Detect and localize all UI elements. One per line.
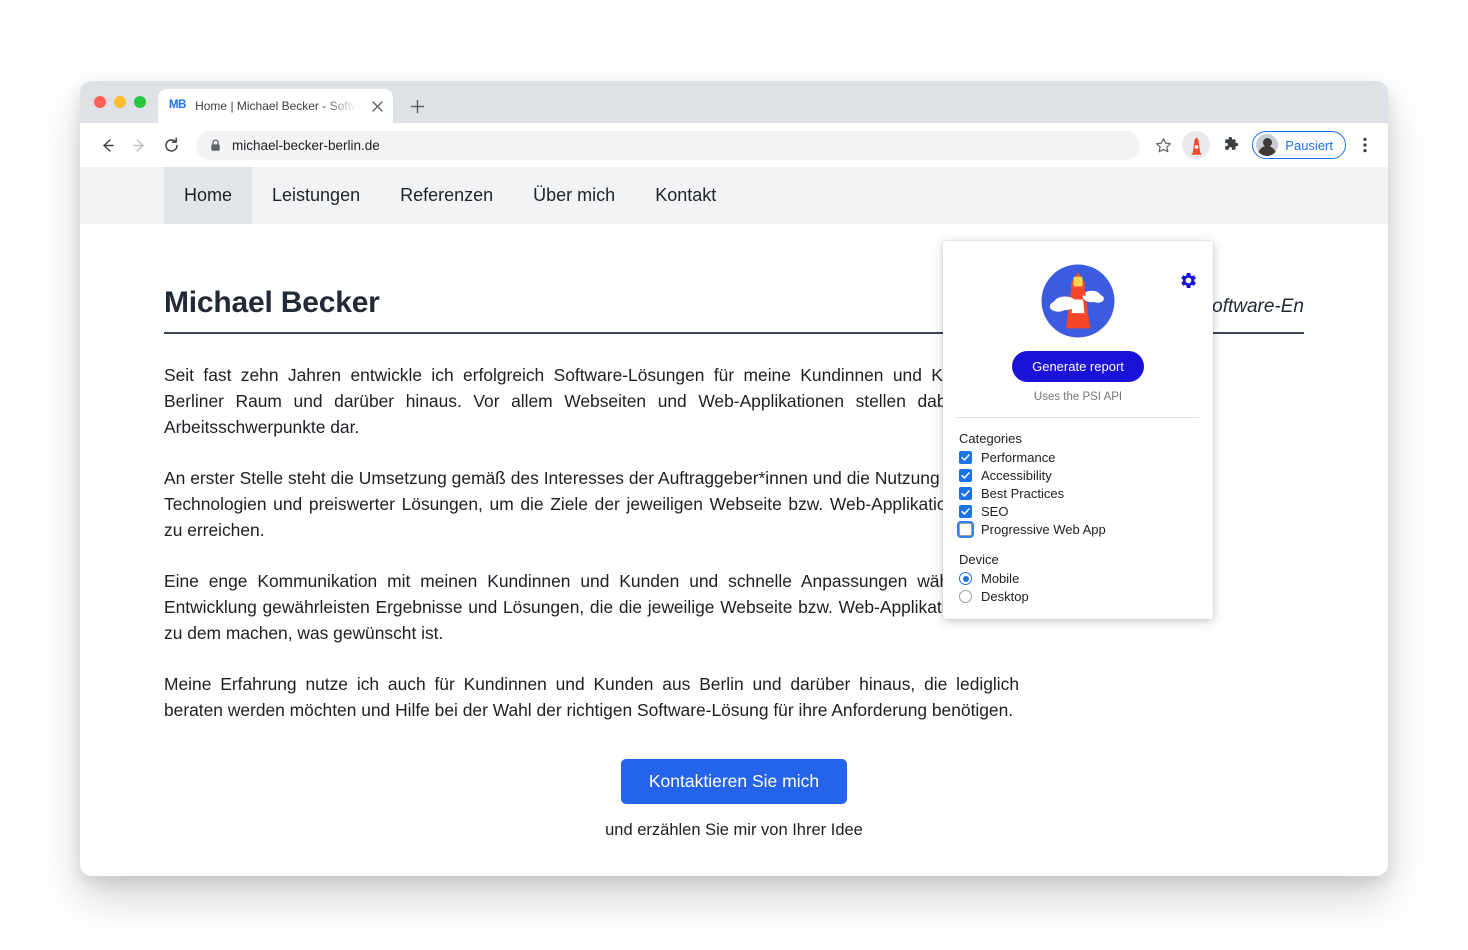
browser-toolbar: michael-becker-berlin.de Pausiert [80, 123, 1388, 167]
sidebar-item-kontakt[interactable]: Kontakt [635, 167, 736, 224]
radio-icon[interactable] [959, 572, 972, 585]
checkbox-row-seo[interactable]: SEO [943, 505, 1213, 518]
popup-header: Generate report Uses the PSI API [943, 263, 1213, 403]
sidebar-item-ueber-mich[interactable]: Über mich [513, 167, 635, 224]
checkbox-label: Performance [981, 450, 1056, 465]
page-viewport: Home Leistungen Referenzen Über mich Kon… [80, 167, 1388, 876]
checkbox-row-accessibility[interactable]: Accessibility [943, 469, 1213, 482]
avatar [1256, 134, 1279, 156]
gear-icon[interactable] [1177, 269, 1199, 291]
tab-strip: MB Home | Michael Becker - Softw [80, 81, 1388, 123]
lock-icon [210, 138, 221, 152]
device-title: Device [959, 552, 999, 567]
close-window-button[interactable] [94, 96, 106, 108]
checkbox-row-progressive-web-app[interactable]: Progressive Web App [943, 523, 1213, 536]
checkbox-label: Best Practices [981, 486, 1065, 501]
minimize-window-button[interactable] [114, 96, 126, 108]
lighthouse-extension-popup: Generate report Uses the PSI API Categor… [943, 241, 1213, 619]
sidebar-item-leistungen[interactable]: Leistungen [252, 167, 380, 224]
intro-paragraph-3: Eine enge Kommunikation mit meinen Kundi… [164, 571, 1019, 643]
site-navigation: Home Leistungen Referenzen Über mich Kon… [80, 167, 1388, 224]
sidebar-item-referenzen[interactable]: Referenzen [380, 167, 513, 224]
checkbox-label: Accessibility [981, 468, 1052, 483]
cta-subtext: und erzählen Sie mir von Ihrer Idee [605, 821, 863, 839]
address-bar[interactable]: michael-becker-berlin.de [196, 130, 1141, 160]
intro-paragraph-2: An erster Stelle steht die Umsetzung gem… [164, 468, 1019, 540]
reload-icon[interactable] [156, 130, 186, 160]
intro-paragraph-4: Meine Erfahrung nutze ich auch für Kundi… [164, 674, 1019, 720]
lighthouse-logo-icon [1041, 264, 1115, 338]
browser-tab[interactable]: MB Home | Michael Becker - Softw [158, 89, 393, 123]
checkbox-label: SEO [981, 504, 1009, 519]
checkbox-icon[interactable] [959, 451, 972, 464]
address-bar-url: michael-becker-berlin.de [232, 137, 380, 153]
categories-title: Categories [959, 431, 1022, 446]
checkbox-row-performance[interactable]: Performance [943, 451, 1213, 464]
browser-window: MB Home | Michael Becker - Softw michael… [80, 81, 1388, 876]
close-icon[interactable] [369, 98, 385, 114]
forward-arrow-icon[interactable] [124, 130, 154, 160]
intro-paragraph-1: Seit fast zehn Jahren entwickle ich erfo… [164, 365, 1019, 437]
puzzle-piece-icon[interactable] [1216, 131, 1244, 159]
tab-title: Home | Michael Becker - Softw [195, 99, 360, 113]
sidebar-item-home[interactable]: Home [164, 167, 253, 224]
radio-label: Mobile [981, 571, 1020, 586]
checkbox-label: Progressive Web App [981, 522, 1106, 537]
profile-chip[interactable]: Pausiert [1252, 131, 1346, 159]
back-arrow-icon[interactable] [92, 130, 122, 160]
plus-icon[interactable] [403, 92, 431, 120]
profile-label: Pausiert [1285, 137, 1333, 153]
divider [957, 417, 1199, 418]
tab-favicon-icon: MB [169, 99, 187, 112]
checkbox-icon[interactable] [959, 523, 972, 536]
contact-button[interactable]: Kontaktieren Sie mich [620, 759, 848, 804]
radio-label: Desktop [981, 589, 1029, 604]
radio-row-desktop[interactable]: Desktop [943, 590, 1213, 603]
device-section: Device Mobile Desktop [943, 552, 1213, 603]
checkbox-icon[interactable] [959, 469, 972, 482]
checkbox-icon[interactable] [959, 487, 972, 500]
maximize-window-button[interactable] [134, 96, 146, 108]
generate-report-button[interactable]: Generate report [1012, 351, 1144, 382]
radio-icon[interactable] [959, 590, 972, 603]
window-traffic-lights [94, 81, 146, 123]
page-subtitle: Software-En [1199, 296, 1304, 317]
psi-api-note: Uses the PSI API [1033, 391, 1123, 403]
three-dot-menu-icon[interactable] [1352, 131, 1378, 159]
checkbox-row-best-practices[interactable]: Best Practices [943, 487, 1213, 500]
star-icon[interactable] [1149, 131, 1177, 159]
lighthouse-icon[interactable] [1182, 131, 1211, 159]
radio-row-mobile[interactable]: Mobile [943, 572, 1213, 585]
checkbox-icon[interactable] [959, 505, 972, 518]
cta-section: Kontaktieren Sie mich und erzählen Sie m… [164, 759, 1304, 840]
page-title: Michael Becker [164, 286, 380, 319]
